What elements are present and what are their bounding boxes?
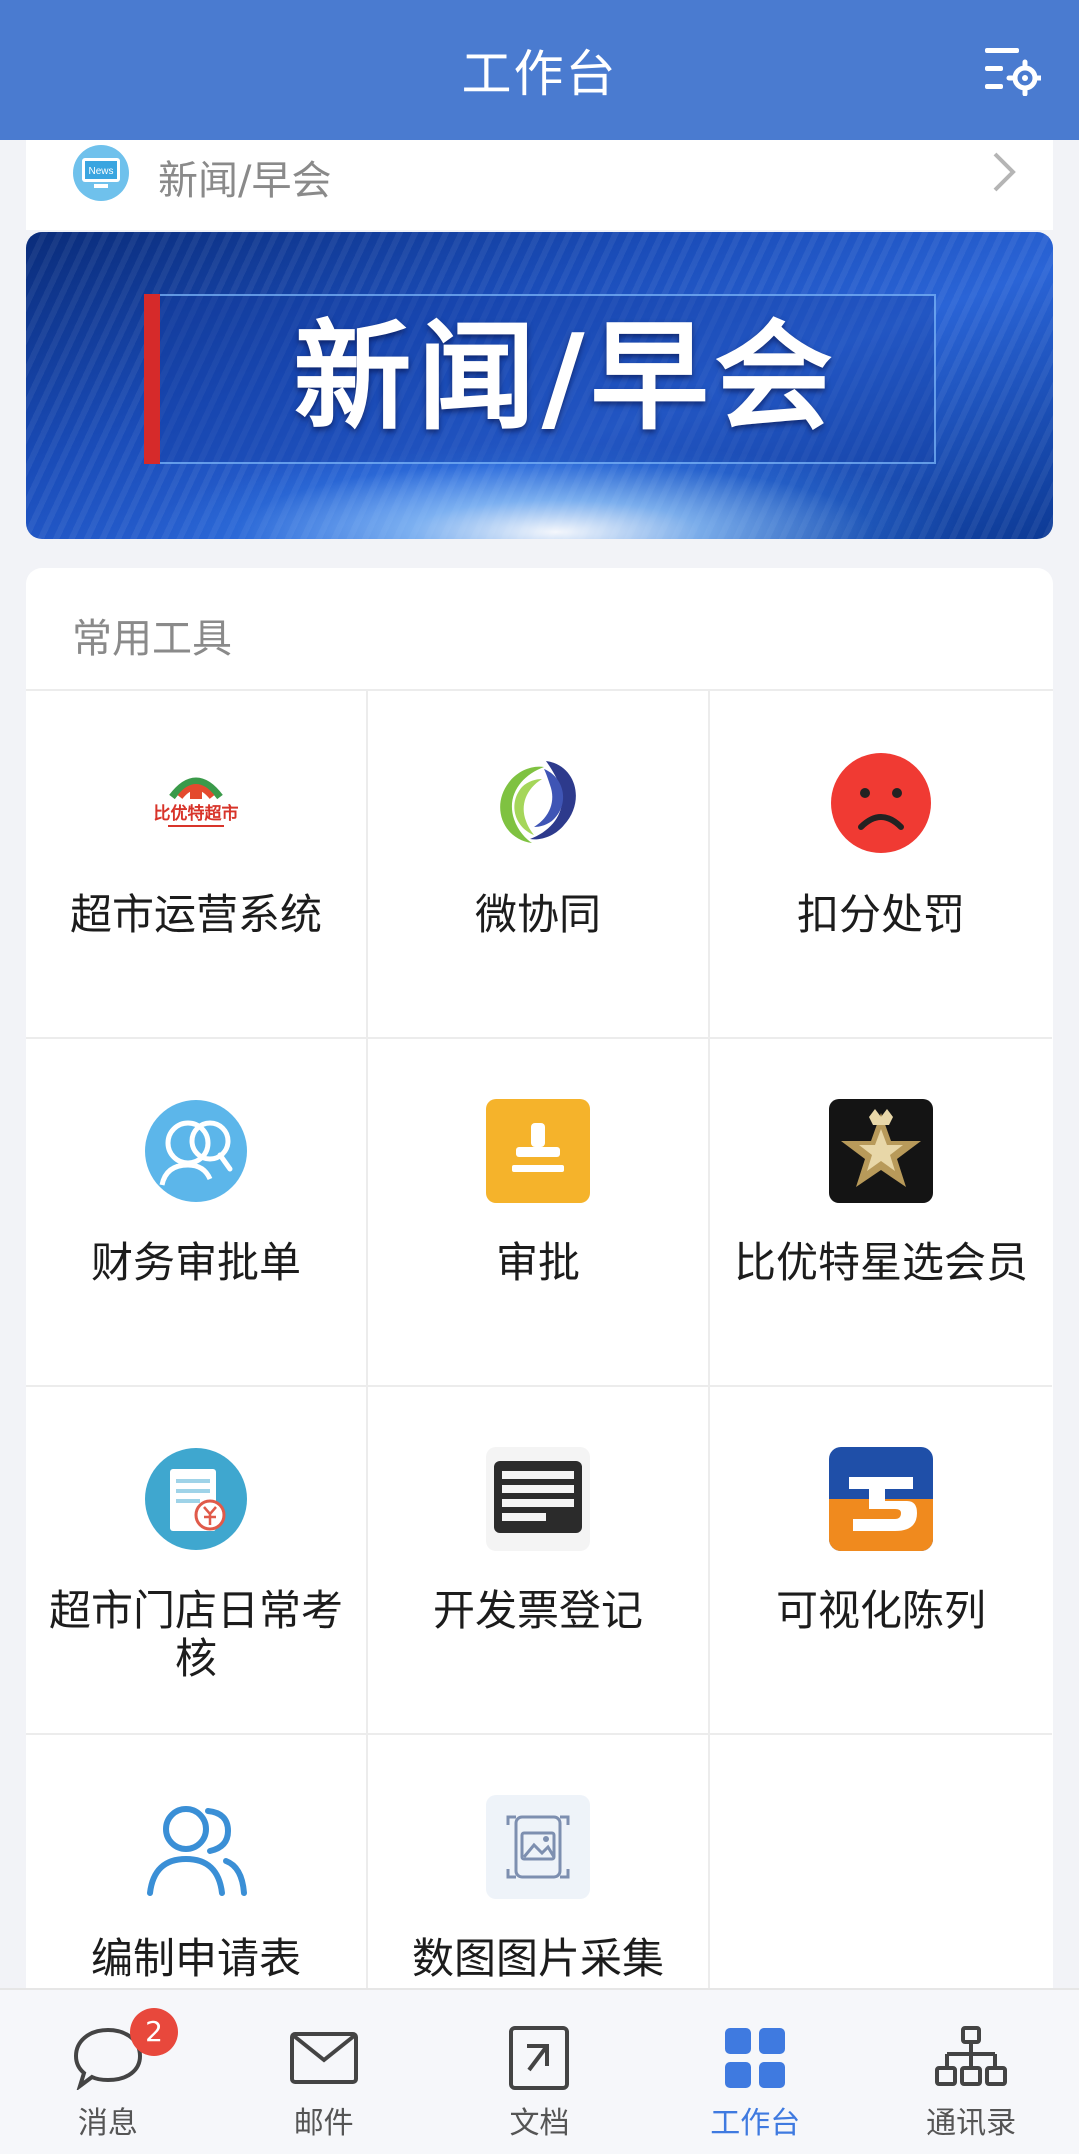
tool-weixietong[interactable]: 微协同 xyxy=(368,691,710,1039)
image-capture-icon xyxy=(486,1795,590,1899)
tool-image-capture[interactable]: 数图图片采集 xyxy=(368,1735,710,1988)
tool-staffing-application[interactable]: 编制申请表 xyxy=(26,1735,368,1988)
swirl-logo-icon xyxy=(486,751,590,855)
receipt-yuan-icon xyxy=(144,1447,248,1551)
news-banner[interactable]: 新闻/早会 xyxy=(26,232,1053,539)
people-speech-icon xyxy=(144,1099,248,1203)
tool-store-assessment[interactable]: 超市门店日常考核 xyxy=(26,1387,368,1735)
menu-settings-icon[interactable] xyxy=(983,44,1044,97)
tool-label: 编制申请表 xyxy=(90,1934,301,1983)
tab-label: 邮件 xyxy=(293,2106,354,2141)
news-icon: News xyxy=(72,144,130,202)
document-icon xyxy=(503,2026,575,2090)
tool-invoice-register[interactable]: 开发票登记 xyxy=(368,1387,710,1735)
tool-label: 可视化陈列 xyxy=(775,1586,986,1635)
tool-label: 比优特星选会员 xyxy=(733,1238,1028,1287)
tool-label: 数图图片采集 xyxy=(411,1934,664,1983)
supermarket-logo-text: 比优特超市 xyxy=(154,803,239,824)
org-chart-icon xyxy=(935,2026,1008,2090)
news-icon-text: News xyxy=(88,166,113,177)
tool-label: 开发票登记 xyxy=(432,1586,643,1635)
tool-star-member[interactable]: 比优特星选会员 xyxy=(710,1039,1052,1387)
section-title: 常用工具 xyxy=(72,616,232,662)
tool-approval[interactable]: 审批 xyxy=(368,1039,710,1387)
tab-documents[interactable]: 文档 xyxy=(432,1990,648,2154)
tab-messages[interactable]: 2 消息 xyxy=(0,1990,216,2154)
visual-display-logo-icon xyxy=(829,1447,933,1551)
star-member-icon xyxy=(829,1099,933,1203)
grid-icon xyxy=(719,2026,791,2090)
tool-supermarket-ops[interactable]: 比优特超市 超市运营系统 xyxy=(26,691,368,1039)
tab-label: 消息 xyxy=(77,2106,138,2141)
tool-visual-display[interactable]: 可视化陈列 xyxy=(710,1387,1052,1735)
news-row[interactable]: News 新闻/早会 xyxy=(26,140,1053,230)
unread-badge: 2 xyxy=(130,2008,178,2056)
bottom-tab-bar: 2 消息 邮件 文档 工作台 通讯录 xyxy=(0,1988,1079,2154)
app-header: 工作台 xyxy=(0,0,1079,140)
tool-label: 审批 xyxy=(495,1238,580,1287)
tool-label: 微协同 xyxy=(474,890,601,939)
banner-red-bar xyxy=(144,294,160,464)
tab-label: 文档 xyxy=(509,2106,570,2141)
tab-contacts[interactable]: 通讯录 xyxy=(863,1990,1079,2154)
tab-label: 工作台 xyxy=(710,2106,801,2141)
empty-tile xyxy=(710,1735,1052,1988)
chevron-right-icon xyxy=(989,150,1019,194)
banner-title: 新闻/早会 xyxy=(293,308,839,446)
tab-label: 通讯录 xyxy=(926,2106,1017,2141)
stamp-icon xyxy=(486,1099,590,1203)
tool-finance-approval[interactable]: 财务审批单 xyxy=(26,1039,368,1387)
news-label: 新闻/早会 xyxy=(158,158,332,204)
envelope-icon xyxy=(288,2026,360,2090)
tool-label: 超市门店日常考核 xyxy=(48,1586,343,1683)
tools-card: 常用工具 比优特超市 超市运营系统 微协同 扣分处罚 财务审批单 审批 比优特星… xyxy=(26,568,1053,1988)
tool-penalty[interactable]: 扣分处罚 xyxy=(710,691,1052,1039)
supermarket-logo-icon: 比优特超市 xyxy=(144,751,248,855)
tool-label: 超市运营系统 xyxy=(69,890,322,939)
tab-mail[interactable]: 邮件 xyxy=(216,1990,432,2154)
tools-grid: 比优特超市 超市运营系统 微协同 扣分处罚 财务审批单 审批 比优特星选会员 超… xyxy=(26,691,1053,1988)
tool-label: 财务审批单 xyxy=(90,1238,301,1287)
tab-workbench[interactable]: 工作台 xyxy=(647,1990,863,2154)
invoice-list-icon xyxy=(486,1447,590,1551)
tool-label: 扣分处罚 xyxy=(796,890,965,939)
page-title: 工作台 xyxy=(461,45,618,103)
users-icon xyxy=(144,1795,248,1899)
sad-face-icon xyxy=(829,751,933,855)
